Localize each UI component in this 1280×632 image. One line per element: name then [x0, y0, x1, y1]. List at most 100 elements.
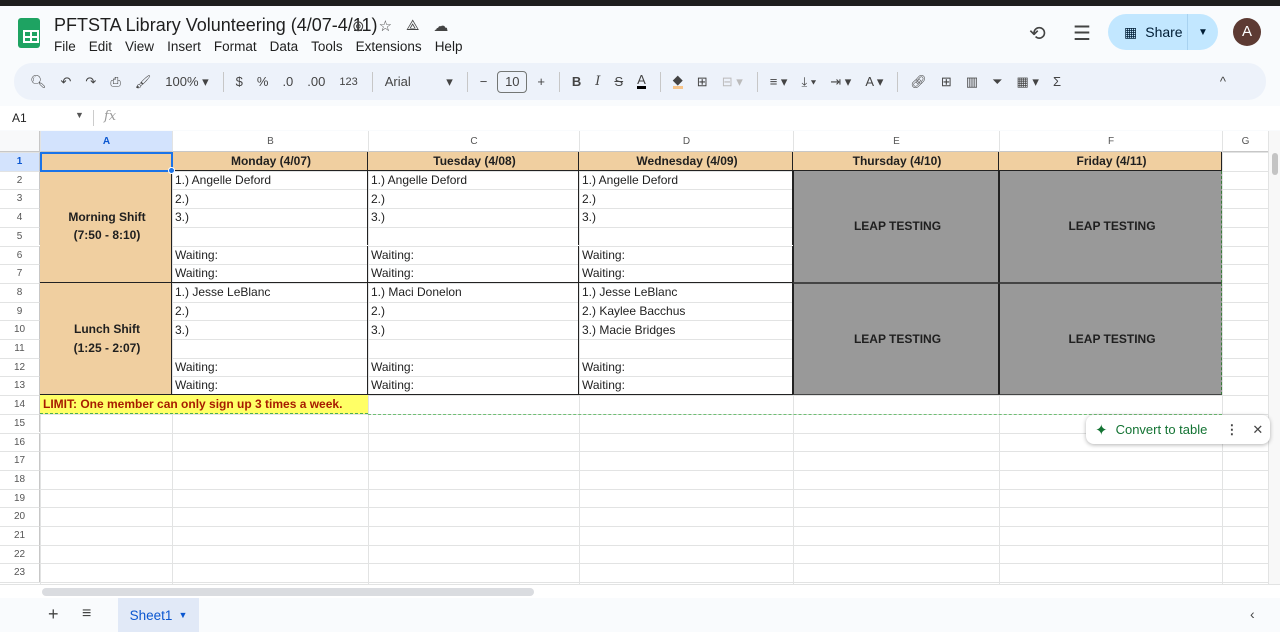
row-header-11[interactable]: 11: [0, 339, 40, 358]
day-header[interactable]: Tuesday (4/08): [368, 152, 579, 171]
text-rotation-icon[interactable]: A ▾: [865, 74, 883, 90]
volunteer-cell[interactable]: [368, 339, 579, 358]
insert-comment-icon[interactable]: ⊞: [941, 74, 952, 90]
name-box-dropdown-icon[interactable]: ▼: [75, 110, 84, 120]
row-header-20[interactable]: 20: [0, 507, 40, 526]
volunteer-cell[interactable]: Waiting:: [579, 245, 793, 265]
column-header-b[interactable]: B: [172, 131, 368, 152]
search-icon[interactable]: 🔍︎: [30, 74, 47, 90]
volunteer-cell[interactable]: 3.): [172, 208, 368, 227]
menu-view[interactable]: View: [125, 39, 154, 54]
move-to-drive-icon[interactable]: ⟁: [406, 17, 419, 35]
merge-cells-icon[interactable]: ⊟ ▾: [722, 74, 743, 90]
row-header-17[interactable]: 17: [0, 451, 40, 470]
font-size-input[interactable]: 10: [497, 70, 528, 93]
row-header-1[interactable]: 1: [0, 152, 40, 171]
volunteer-cell[interactable]: 1.) Angelle Deford: [368, 170, 579, 190]
collapse-toolbar-icon[interactable]: ^: [1220, 74, 1226, 89]
security-icon[interactable]: ⊚: [352, 17, 365, 35]
vertical-scrollbar[interactable]: [1268, 131, 1280, 584]
font-size-decrease-icon[interactable]: −: [480, 74, 488, 89]
row-header-9[interactable]: 9: [0, 301, 40, 321]
column-header-f[interactable]: F: [999, 131, 1222, 152]
row-header-10[interactable]: 10: [0, 320, 40, 339]
horizontal-align-icon[interactable]: ≡ ▾: [770, 74, 788, 90]
volunteer-cell[interactable]: Waiting:: [368, 264, 579, 283]
volunteer-cell[interactable]: 3.) Macie Bridges: [579, 320, 793, 339]
avatar[interactable]: A: [1233, 18, 1261, 46]
add-sheet-icon[interactable]: +: [48, 604, 59, 625]
selected-cell-a1[interactable]: [40, 152, 173, 172]
menu-extensions[interactable]: Extensions: [356, 39, 422, 54]
zoom-select[interactable]: 100% ▾: [165, 74, 208, 90]
text-color-icon[interactable]: A: [637, 73, 646, 89]
row-header-2[interactable]: 2: [0, 170, 40, 190]
menu-insert[interactable]: Insert: [167, 39, 201, 54]
volunteer-cell[interactable]: 1.) Jesse LeBlanc: [579, 282, 793, 302]
volunteer-cell[interactable]: Waiting:: [579, 376, 793, 396]
font-select[interactable]: Arial ▾: [385, 74, 453, 90]
explore-collapse-icon[interactable]: ‹: [1250, 606, 1255, 622]
menu-format[interactable]: Format: [214, 39, 257, 54]
percent-button[interactable]: %: [257, 74, 269, 89]
italic-button[interactable]: I: [595, 74, 600, 89]
horizontal-scroll-thumb[interactable]: [42, 588, 534, 596]
volunteer-cell[interactable]: 3.): [172, 320, 368, 339]
share-dropdown-icon[interactable]: ▼: [1188, 27, 1218, 38]
volunteer-cell[interactable]: 2.): [368, 301, 579, 321]
all-sheets-icon[interactable]: ≡: [82, 605, 91, 623]
volunteer-cell[interactable]: 2.) Kaylee Bacchus: [579, 301, 793, 321]
volunteer-cell[interactable]: 3.): [579, 208, 793, 227]
volunteer-cell[interactable]: 2.): [368, 189, 579, 209]
bold-button[interactable]: B: [572, 74, 581, 89]
volunteer-cell[interactable]: Waiting:: [368, 357, 579, 377]
row-header-7[interactable]: 7: [0, 264, 40, 283]
insert-link-icon[interactable]: 🔗︎: [910, 74, 927, 90]
row-header-5[interactable]: 5: [0, 226, 40, 246]
row-header-6[interactable]: 6: [0, 245, 40, 265]
volunteer-cell[interactable]: Waiting:: [172, 376, 368, 396]
volunteer-cell[interactable]: Waiting:: [579, 264, 793, 283]
day-header[interactable]: Friday (4/11): [999, 152, 1222, 171]
currency-button[interactable]: $: [236, 74, 243, 89]
horizontal-scrollbar[interactable]: [0, 584, 1280, 598]
column-header-g[interactable]: G: [1222, 131, 1268, 152]
insert-chart-icon[interactable]: ▥: [966, 74, 978, 90]
tab-sheet1[interactable]: Sheet1 ▼: [118, 598, 199, 632]
lunch-shift-label[interactable]: Lunch Shift (1:25 - 2:07): [40, 282, 172, 396]
convert-to-table-label[interactable]: Convert to table: [1116, 422, 1208, 437]
more-options-icon[interactable]: ⋮: [1225, 422, 1238, 438]
volunteer-cell[interactable]: 2.): [172, 189, 368, 209]
volunteer-cell[interactable]: [172, 226, 368, 246]
sheet-tab-dropdown-icon[interactable]: ▼: [178, 610, 187, 620]
document-title[interactable]: PFTSTA Library Volunteering (4/07-4/11): [54, 15, 378, 36]
row-header-14[interactable]: 14: [0, 395, 40, 414]
column-header-a[interactable]: A: [40, 131, 172, 152]
volunteer-cell[interactable]: 3.): [368, 320, 579, 339]
volunteer-cell[interactable]: Waiting:: [172, 357, 368, 377]
day-header[interactable]: Monday (4/07): [172, 152, 368, 171]
volunteer-cell[interactable]: 1.) Angelle Deford: [579, 170, 793, 190]
menu-file[interactable]: File: [54, 39, 76, 54]
limit-note[interactable]: LIMIT: One member can only sign up 3 tim…: [40, 395, 368, 414]
borders-icon[interactable]: ⊞: [697, 74, 708, 90]
volunteer-cell[interactable]: 3.): [368, 208, 579, 227]
volunteer-cell[interactable]: [579, 339, 793, 358]
vertical-align-icon[interactable]: ⤓ ▾: [801, 74, 816, 90]
leap-testing-cell[interactable]: LEAP TESTING: [999, 170, 1222, 283]
day-header[interactable]: Thursday (4/10): [793, 152, 999, 171]
row-header-21[interactable]: 21: [0, 526, 40, 545]
row-header-19[interactable]: 19: [0, 488, 40, 508]
redo-icon[interactable]: ↷: [85, 74, 96, 90]
volunteer-cell[interactable]: [368, 226, 579, 246]
volunteer-cell[interactable]: [172, 339, 368, 358]
morning-shift-label[interactable]: Morning Shift (7:50 - 8:10): [40, 170, 172, 283]
convert-to-table-chip[interactable]: ✦ Convert to table ⋮ ✕: [1086, 415, 1270, 444]
volunteer-cell[interactable]: Waiting:: [579, 357, 793, 377]
row-header-4[interactable]: 4: [0, 208, 40, 227]
functions-button[interactable]: Σ: [1053, 74, 1061, 89]
decrease-decimal-button[interactable]: .0: [282, 74, 293, 89]
strikethrough-icon[interactable]: S: [614, 74, 623, 89]
volunteer-cell[interactable]: 1.) Jesse LeBlanc: [172, 282, 368, 302]
row-header-15[interactable]: 15: [0, 413, 40, 433]
